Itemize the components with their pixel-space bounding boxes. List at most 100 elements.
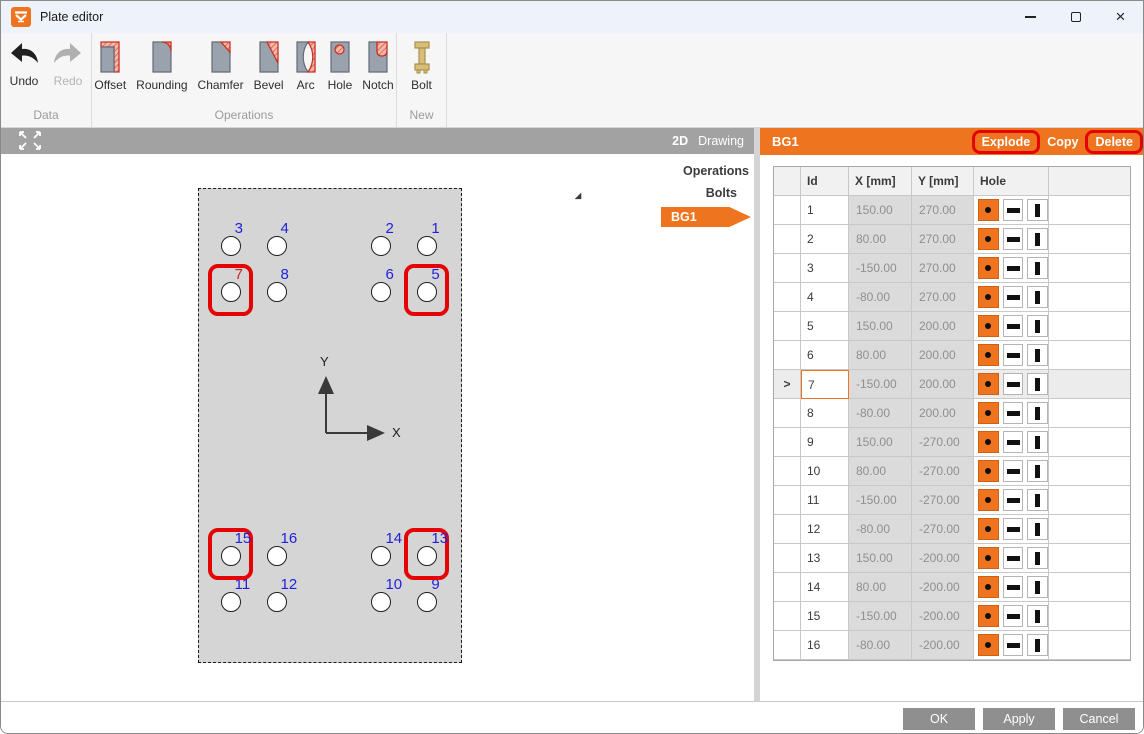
table-row[interactable]: 3 -150.00 270.00 [774, 254, 1130, 283]
cell-id[interactable]: 3 [801, 254, 849, 283]
maximize-icon[interactable] [1053, 1, 1098, 33]
hole-slot-vertical-icon[interactable] [1027, 228, 1049, 250]
hole-slot-vertical-icon[interactable] [1027, 402, 1049, 424]
hole-round-icon[interactable] [978, 257, 999, 279]
hole-slot-vertical-icon[interactable] [1027, 286, 1049, 308]
table-row[interactable]: > 7 -150.00 200.00 [774, 370, 1130, 399]
bolt-hole[interactable] [220, 591, 241, 612]
hole-slot-horizontal-icon[interactable] [1002, 228, 1024, 250]
hole-slot-horizontal-icon[interactable] [1002, 344, 1024, 366]
hole-slot-horizontal-icon[interactable] [1002, 576, 1024, 598]
hole-slot-vertical-icon[interactable] [1027, 257, 1049, 279]
redo-button[interactable]: Redo [46, 39, 90, 88]
hole-slot-horizontal-icon[interactable] [1002, 199, 1024, 221]
hole-slot-vertical-icon[interactable] [1027, 605, 1049, 627]
hole-slot-horizontal-icon[interactable] [1002, 547, 1024, 569]
apply-button[interactable]: Apply [983, 707, 1055, 730]
cell-id[interactable]: 8 [801, 399, 849, 428]
arc-button[interactable]: Arc [289, 39, 323, 92]
fit-view-icon[interactable] [15, 130, 45, 152]
cell-id[interactable]: 7 [801, 370, 849, 399]
hole-slot-vertical-icon[interactable] [1027, 518, 1049, 540]
hole-slot-vertical-icon[interactable] [1027, 489, 1049, 511]
table-row[interactable]: 11 -150.00 -270.00 [774, 486, 1130, 515]
cell-id[interactable]: 10 [801, 457, 849, 486]
hole-slot-horizontal-icon[interactable] [1002, 373, 1024, 395]
bolt-hole[interactable] [220, 282, 241, 303]
hole-round-icon[interactable] [978, 373, 999, 395]
table-row[interactable]: 13 150.00 -200.00 [774, 544, 1130, 573]
hole-slot-horizontal-icon[interactable] [1002, 431, 1024, 453]
table-row[interactable]: 4 -80.00 270.00 [774, 283, 1130, 312]
cell-id[interactable]: 6 [801, 341, 849, 370]
cell-id[interactable]: 15 [801, 602, 849, 631]
cell-id[interactable]: 11 [801, 486, 849, 515]
tree-item-bolts[interactable]: ◢ Bolts [575, 185, 751, 201]
undo-button[interactable]: Undo [2, 39, 46, 88]
table-row[interactable]: 1 150.00 270.00 [774, 196, 1130, 225]
offset-button[interactable]: Offset [89, 39, 131, 92]
cell-id[interactable]: 9 [801, 428, 849, 457]
hole-slot-vertical-icon[interactable] [1027, 460, 1049, 482]
table-row[interactable]: 9 150.00 -270.00 [774, 428, 1130, 457]
hole-slot-horizontal-icon[interactable] [1002, 460, 1024, 482]
delete-button[interactable]: Delete [1085, 129, 1143, 154]
bolt-hole[interactable] [266, 282, 287, 303]
hole-round-icon[interactable] [978, 547, 999, 569]
ok-button[interactable]: OK [903, 707, 975, 730]
hole-round-icon[interactable] [978, 489, 999, 511]
close-icon[interactable]: × [1098, 1, 1143, 33]
cell-id[interactable]: 1 [801, 196, 849, 225]
table-row[interactable]: 15 -150.00 -200.00 [774, 602, 1130, 631]
table-row[interactable]: 12 -80.00 -270.00 [774, 515, 1130, 544]
hole-slot-horizontal-icon[interactable] [1002, 286, 1024, 308]
hole-slot-vertical-icon[interactable] [1027, 547, 1049, 569]
hole-slot-horizontal-icon[interactable] [1002, 518, 1024, 540]
cell-id[interactable]: 2 [801, 225, 849, 254]
cell-id[interactable]: 5 [801, 312, 849, 341]
notch-button[interactable]: Notch [357, 39, 398, 92]
hole-round-icon[interactable] [978, 518, 999, 540]
bevel-button[interactable]: Bevel [249, 39, 289, 92]
tree-item-bg1[interactable]: BG1 [661, 207, 751, 227]
cell-id[interactable]: 4 [801, 283, 849, 312]
bolt-button[interactable]: Bolt [403, 39, 441, 92]
hole-slot-horizontal-icon[interactable] [1002, 489, 1024, 511]
table-row[interactable]: 5 150.00 200.00 [774, 312, 1130, 341]
hole-slot-vertical-icon[interactable] [1027, 373, 1049, 395]
cancel-button[interactable]: Cancel [1063, 707, 1135, 730]
hole-slot-horizontal-icon[interactable] [1002, 315, 1024, 337]
hole-slot-vertical-icon[interactable] [1027, 344, 1049, 366]
hole-slot-horizontal-icon[interactable] [1002, 605, 1024, 627]
hole-slot-vertical-icon[interactable] [1027, 199, 1049, 221]
hole-button[interactable]: Hole [323, 39, 358, 92]
hole-slot-vertical-icon[interactable] [1027, 431, 1049, 453]
chamfer-button[interactable]: Chamfer [193, 39, 249, 92]
drawing-area[interactable]: Y X Operations ◢ Bolts BG1 1 2 3 4 5 6 7 8 9 10 11 1… [1, 154, 754, 701]
hole-round-icon[interactable] [978, 576, 999, 598]
hole-round-icon[interactable] [978, 286, 999, 308]
cell-id[interactable]: 14 [801, 573, 849, 602]
view-mode-2d[interactable]: 2D [672, 134, 688, 148]
bolt-hole[interactable] [266, 545, 287, 566]
cell-id[interactable]: 12 [801, 515, 849, 544]
tree-item-operations[interactable]: Operations [661, 163, 751, 179]
hole-round-icon[interactable] [978, 605, 999, 627]
cell-id[interactable]: 13 [801, 544, 849, 573]
table-row[interactable]: 2 80.00 270.00 [774, 225, 1130, 254]
table-row[interactable]: 14 80.00 -200.00 [774, 573, 1130, 602]
hole-slot-vertical-icon[interactable] [1027, 634, 1049, 656]
hole-slot-horizontal-icon[interactable] [1002, 634, 1024, 656]
tree-expander-icon[interactable]: ◢ [575, 188, 581, 204]
rounding-button[interactable]: Rounding [131, 39, 192, 92]
table-row[interactable]: 6 80.00 200.00 [774, 341, 1130, 370]
hole-slot-vertical-icon[interactable] [1027, 576, 1049, 598]
table-row[interactable]: 16 -80.00 -200.00 [774, 631, 1130, 660]
table-row[interactable]: 10 80.00 -270.00 [774, 457, 1130, 486]
hole-round-icon[interactable] [978, 402, 999, 424]
cell-id[interactable]: 16 [801, 631, 849, 660]
bolt-hole[interactable] [266, 236, 287, 257]
hole-round-icon[interactable] [978, 344, 999, 366]
explode-button[interactable]: Explode [971, 129, 1041, 154]
table-row[interactable]: 8 -80.00 200.00 [774, 399, 1130, 428]
